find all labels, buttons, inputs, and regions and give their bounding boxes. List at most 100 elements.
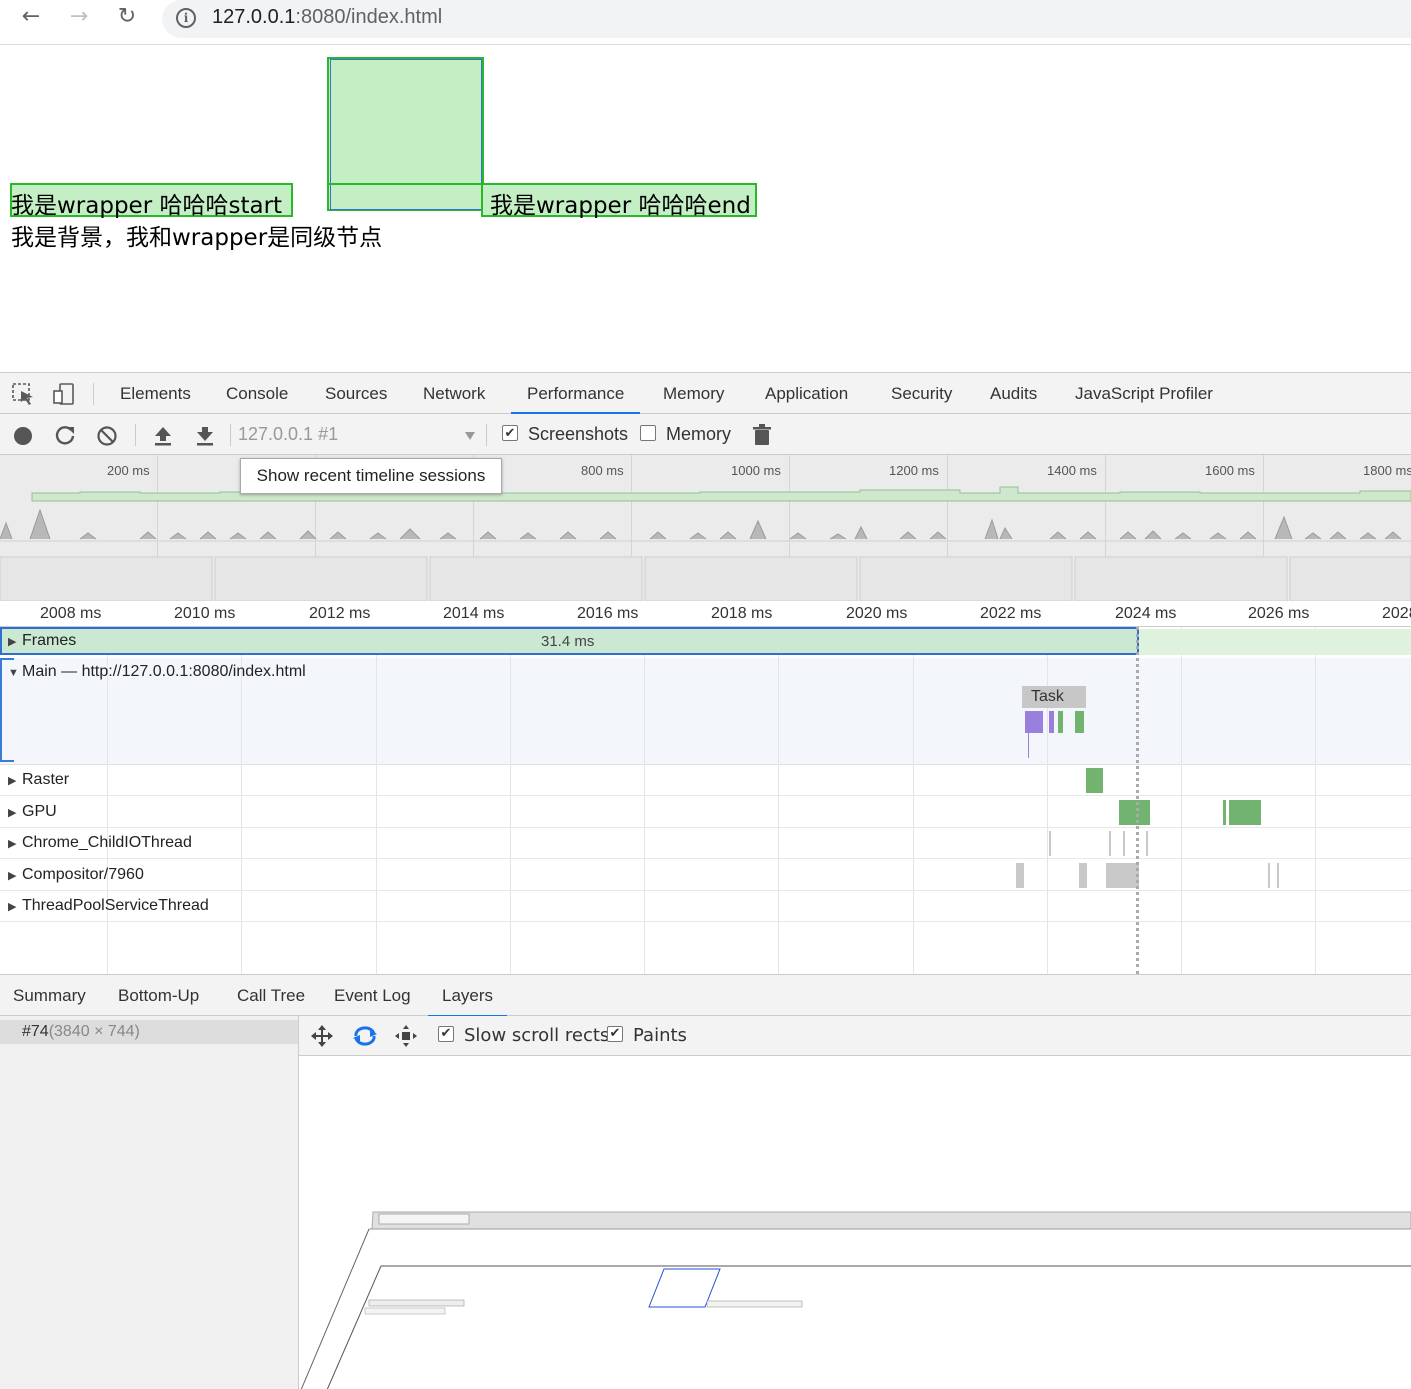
tab-javascript-profiler[interactable]: JavaScript Profiler [1075, 373, 1213, 414]
compositor-event[interactable] [1079, 863, 1087, 888]
record-icon[interactable] [12, 425, 34, 447]
overview-activity-graph [0, 486, 1411, 601]
io-event[interactable] [1123, 831, 1125, 856]
reload-icon[interactable]: ↻ [112, 4, 142, 32]
childio-track-label[interactable]: ▶ Chrome_ChildIOThread [8, 834, 192, 852]
pan-mode-icon[interactable] [310, 1024, 334, 1048]
ruler-tick: 2024 ms [1115, 605, 1177, 622]
raster-event[interactable] [1086, 768, 1103, 793]
tab-performance[interactable]: Performance [511, 373, 641, 414]
gpu-event[interactable] [1229, 800, 1261, 825]
gpu-event[interactable] [1119, 800, 1150, 825]
compositor-event[interactable] [1277, 863, 1279, 888]
memory-check[interactable] [640, 425, 656, 442]
reset-transform-icon[interactable] [394, 1024, 418, 1048]
tab-console[interactable]: Console [226, 373, 288, 414]
threadpool-track-label[interactable]: ▶ ThreadPoolServiceThread [8, 897, 209, 915]
tab-audits[interactable]: Audits [990, 373, 1037, 414]
devtools-panel: Elements Console Sources Network Perform… [0, 372, 1411, 1389]
io-event[interactable] [1109, 831, 1111, 856]
triangle-right-icon[interactable]: ▶ [8, 806, 22, 819]
io-event[interactable] [1049, 831, 1051, 856]
site-info-icon[interactable]: i [176, 8, 196, 28]
paints-check[interactable]: ✔ [607, 1026, 623, 1042]
triangle-right-icon[interactable]: ▶ [8, 837, 22, 850]
trash-icon[interactable] [752, 424, 772, 446]
ruler-tick: 2028 [1382, 605, 1411, 622]
rotate-mode-icon[interactable] [352, 1024, 378, 1048]
gpu-event[interactable] [1223, 800, 1226, 825]
layer-3d-rendering[interactable] [299, 1056, 1411, 1389]
frames-track-label[interactable]: ▶ Frames [8, 632, 76, 650]
back-arrow-icon[interactable]: ← [16, 4, 46, 32]
url-text[interactable]: 127.0.0.1:8080/index.html [212, 6, 442, 29]
frame-duration-label: 31.4 ms [541, 633, 595, 650]
tab-call-tree[interactable]: Call Tree [237, 975, 305, 1017]
paints-label: Paints [633, 1025, 687, 1046]
upload-profile-icon[interactable] [152, 425, 174, 447]
session-select[interactable]: 127.0.0.1 #1 [238, 414, 478, 455]
triangle-right-icon[interactable]: ▶ [8, 869, 22, 882]
ruler-tick: 2008 ms [40, 605, 102, 622]
tab-summary[interactable]: Summary [13, 975, 86, 1017]
tab-application[interactable]: Application [765, 373, 848, 414]
frame-bar-next[interactable] [1139, 629, 1411, 655]
url-host: 127.0.0.1 [212, 6, 296, 28]
ruler-tick: 2012 ms [309, 605, 371, 622]
wrapper-divider [328, 183, 483, 211]
paints-checkbox[interactable]: ✔ Paints [607, 1016, 687, 1056]
inspect-element-icon[interactable] [12, 383, 36, 405]
toolbar-separator [230, 424, 231, 446]
memory-checkbox[interactable]: Memory [640, 414, 731, 455]
compositor-event[interactable] [1106, 863, 1139, 888]
details-tab-bar: Summary Bottom-Up Call Tree Event Log La… [0, 974, 1411, 1017]
forward-arrow-icon[interactable]: → [64, 4, 94, 32]
triangle-right-icon[interactable]: ▶ [8, 635, 22, 648]
tab-network[interactable]: Network [423, 373, 485, 414]
screenshots-check[interactable]: ✔ [502, 425, 518, 442]
layer-item[interactable]: #74(3840 × 744) [0, 1020, 298, 1044]
tab-security[interactable]: Security [891, 373, 952, 414]
tab-sources[interactable]: Sources [325, 373, 387, 414]
main-track-label[interactable]: ▼ Main — http://127.0.0.1:8080/index.html [8, 663, 306, 681]
tab-event-log[interactable]: Event Log [334, 975, 411, 1017]
io-event[interactable] [1146, 831, 1148, 856]
paint-event[interactable] [1058, 711, 1063, 733]
toolbar-separator [135, 424, 136, 446]
compositor-event[interactable] [1268, 863, 1270, 888]
tab-memory[interactable]: Memory [663, 373, 724, 414]
triangle-right-icon[interactable]: ▶ [8, 774, 22, 787]
threadpool-track [0, 891, 1411, 922]
compositor-track-label[interactable]: ▶ Compositor/7960 [8, 866, 144, 884]
screenshots-checkbox[interactable]: ✔ Screenshots [502, 414, 628, 455]
tab-elements[interactable]: Elements [120, 373, 191, 414]
compositor-event[interactable] [1016, 863, 1024, 888]
timeline-overview[interactable]: 200 ms 800 ms 1000 ms 1200 ms 1400 ms 16… [0, 455, 1411, 601]
clear-icon[interactable] [96, 425, 118, 447]
ruler-tick: 2014 ms [443, 605, 505, 622]
gpu-track-label[interactable]: ▶ GPU [8, 803, 57, 821]
layer-size: (3840 × 744) [48, 1023, 140, 1040]
script-event[interactable] [1025, 711, 1043, 733]
chevron-down-icon[interactable] [464, 431, 476, 441]
raster-track-label[interactable]: ▶ Raster [8, 771, 69, 789]
screenshots-label: Screenshots [528, 424, 629, 444]
triangle-right-icon[interactable]: ▶ [8, 900, 22, 913]
wrapper-start-text: 我是wrapper 哈哈哈start [11, 193, 283, 219]
layers-3d-view[interactable] [299, 1056, 1411, 1389]
paint-event[interactable] [1075, 711, 1084, 733]
slow-scroll-check[interactable]: ✔ [438, 1026, 454, 1042]
layer-id: #74 [22, 1023, 49, 1040]
device-toolbar-icon[interactable] [52, 382, 76, 406]
triangle-down-icon[interactable]: ▼ [8, 667, 22, 679]
slow-scroll-rects-checkbox[interactable]: ✔ Slow scroll rects [438, 1016, 609, 1056]
reload-profile-icon[interactable] [54, 424, 76, 446]
time-ruler: 2008 ms 2010 ms 2012 ms 2014 ms 2016 ms … [0, 601, 1411, 627]
script-event[interactable] [1049, 711, 1054, 733]
tab-bottom-up[interactable]: Bottom-Up [118, 975, 199, 1017]
tab-layers[interactable]: Layers [428, 975, 508, 1017]
timeline-flame-chart[interactable]: 2008 ms 2010 ms 2012 ms 2014 ms 2016 ms … [0, 601, 1411, 974]
page-viewport: 我是wrapper 哈哈哈start 我是wrapper 哈哈哈end 我是背景… [0, 45, 1411, 372]
download-profile-icon[interactable] [194, 425, 216, 447]
task-block[interactable]: Task [1022, 686, 1086, 708]
